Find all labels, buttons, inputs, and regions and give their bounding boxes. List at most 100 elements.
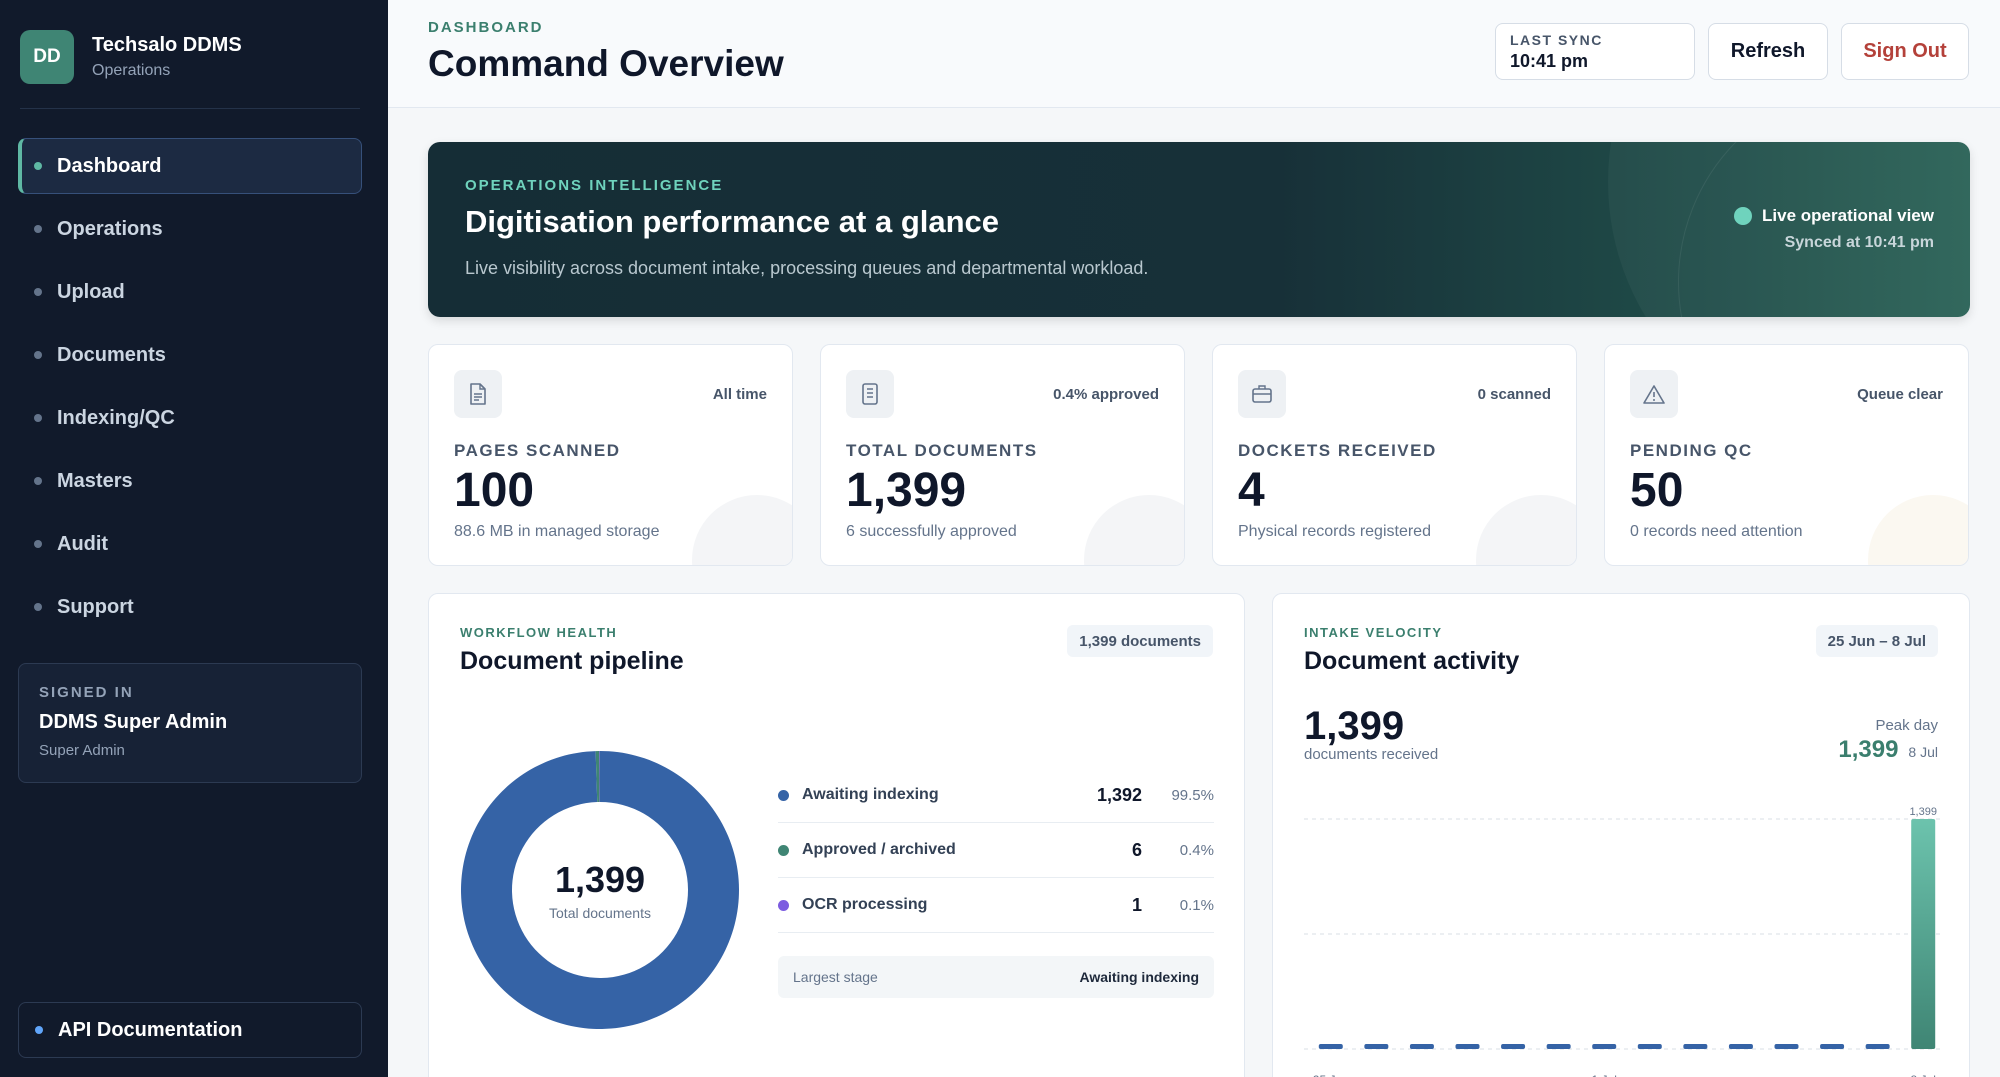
x-tick-label: 8 Jul — [1911, 1073, 1936, 1077]
last-sync-time: 10:41 pm — [1510, 51, 1589, 71]
stat-meta: All time — [712, 386, 767, 403]
activity-bar[interactable] — [1683, 1044, 1708, 1049]
sidebar-item-label: Support — [57, 595, 134, 618]
activity-panel: INTAKE VELOCITY Document activity 25 Jun… — [1272, 593, 1970, 1077]
activity-bar[interactable] — [1455, 1044, 1480, 1049]
stat-label: PAGES SCANNED — [454, 441, 621, 460]
legend-name: Approved / archived — [802, 841, 956, 858]
legend-row: OCR processing 1 0.1% — [778, 878, 1214, 933]
api-documentation-link[interactable]: API Documentation — [18, 1002, 362, 1058]
activity-bar[interactable] — [1865, 1044, 1890, 1049]
stat-label: PENDING QC — [1630, 441, 1753, 460]
activity-bar[interactable] — [1728, 1044, 1753, 1049]
activity-bar[interactable] — [1637, 1044, 1662, 1049]
legend-count: 1,392 — [1096, 784, 1142, 805]
peak-count: 1,399 — [1838, 736, 1899, 763]
documents-count-badge: 1,399 documents — [1067, 625, 1213, 657]
activity-bar[interactable] — [1820, 1044, 1845, 1049]
sidebar-item-upload[interactable]: Upload — [18, 264, 362, 320]
sidebar: DD Techsalo DDMS Operations Dashboard Op… — [0, 0, 388, 1077]
stat-meta: 0 scanned — [1477, 386, 1551, 403]
sidebar-divider — [20, 108, 360, 109]
sign-out-button[interactable]: Sign Out — [1841, 23, 1969, 80]
stat-card-total-documents: 0.4% approved TOTAL DOCUMENTS 1,399 6 su… — [820, 344, 1185, 566]
user-name: DDMS Super Admin — [39, 711, 228, 733]
legend-row: Approved / archived 6 0.4% — [778, 823, 1214, 878]
legend-count: 1 — [1131, 894, 1142, 915]
hero-title: Digitisation performance at a glance — [465, 204, 1000, 239]
api-documentation-label: API Documentation — [58, 1018, 243, 1041]
activity-bar[interactable] — [1911, 819, 1936, 1049]
stat-meta: Queue clear — [1857, 386, 1943, 403]
legend-percent: 0.1% — [1179, 896, 1214, 914]
bullet-icon — [34, 288, 42, 296]
activity-bar[interactable] — [1592, 1044, 1617, 1049]
panel-kicker: WORKFLOW HEALTH — [460, 625, 618, 640]
bar-data-label: 1,399 — [1909, 806, 1937, 818]
stat-subtext: 88.6 MB in managed storage — [454, 523, 660, 540]
sidebar-item-masters[interactable]: Masters — [18, 453, 362, 509]
live-dot-icon — [1734, 207, 1753, 225]
stat-value: 1,399 — [846, 464, 967, 517]
panel-title: Document activity — [1304, 647, 1520, 675]
donut-total: 1,399 — [554, 859, 646, 900]
stat-value: 50 — [1630, 464, 1684, 517]
stat-card-pending-qc: Queue clear PENDING QC 50 0 records need… — [1604, 344, 1969, 566]
activity-caption: documents received — [1304, 746, 1439, 763]
hero-banner: OPERATIONS INTELLIGENCE Digitisation per… — [428, 142, 1970, 317]
stat-card-dockets-received: 0 scanned DOCKETS RECEIVED 4 Physical re… — [1212, 344, 1577, 566]
stat-subtext: 0 records need attention — [1630, 523, 1803, 540]
sidebar-item-support[interactable]: Support — [18, 579, 362, 635]
top-header: DASHBOARD Command Overview LAST SYNC 10:… — [388, 0, 2000, 108]
stat-subtext: Physical records registered — [1238, 523, 1431, 540]
user-role: Super Admin — [39, 742, 125, 759]
refresh-button[interactable]: Refresh — [1708, 23, 1828, 80]
peak-day-value: 1,399 8 Jul — [1838, 736, 1938, 764]
x-tick-label: 25 Jun — [1313, 1073, 1349, 1077]
sidebar-item-operations[interactable]: Operations — [18, 201, 362, 257]
sidebar-item-label: Documents — [57, 343, 166, 366]
stat-value: 100 — [454, 464, 535, 517]
bullet-icon — [34, 351, 42, 359]
largest-stage-value: Awaiting indexing — [1079, 969, 1199, 985]
stat-value: 4 — [1238, 464, 1265, 517]
card-decoration — [692, 495, 792, 565]
activity-total: 1,399 — [1304, 704, 1405, 748]
activity-bar[interactable] — [1364, 1044, 1389, 1049]
bullet-icon — [34, 477, 42, 485]
sidebar-item-indexing-qc[interactable]: Indexing/QC — [18, 390, 362, 446]
bullet-icon — [34, 162, 42, 170]
activity-bar-chart: 1,399 25 Jun 1 Jul 8 Jul — [1304, 806, 1942, 1077]
hero-synced-time: Synced at 10:41 pm — [1784, 234, 1934, 251]
file-icon — [454, 370, 502, 418]
largest-stage-label: Largest stage — [793, 969, 878, 985]
sidebar-item-label: Audit — [57, 532, 109, 555]
sidebar-item-documents[interactable]: Documents — [18, 327, 362, 383]
stat-label: DOCKETS RECEIVED — [1238, 441, 1437, 460]
activity-bar[interactable] — [1409, 1044, 1434, 1049]
donut-caption: Total documents — [549, 905, 651, 921]
bullet-icon — [35, 1026, 43, 1034]
legend-row: Awaiting indexing 1,392 99.5% — [778, 768, 1214, 823]
activity-bar[interactable] — [1318, 1044, 1343, 1049]
bullet-icon — [34, 603, 42, 611]
sidebar-item-audit[interactable]: Audit — [18, 516, 362, 572]
sidebar-item-dashboard[interactable]: Dashboard — [18, 138, 362, 194]
brand[interactable]: DD Techsalo DDMS Operations — [20, 30, 242, 84]
page-title: Command Overview — [428, 43, 784, 84]
live-status: Live operational view — [1734, 206, 1934, 226]
last-sync-label: LAST SYNC — [1510, 32, 1603, 48]
activity-bar[interactable] — [1546, 1044, 1571, 1049]
legend-count: 6 — [1131, 839, 1142, 860]
activity-bar[interactable] — [1774, 1044, 1799, 1049]
legend-dot-icon — [778, 789, 789, 801]
hero-decoration — [1678, 142, 1970, 317]
sidebar-item-label: Masters — [57, 469, 133, 492]
sidebar-item-label: Indexing/QC — [57, 406, 175, 429]
legend-dot-icon — [778, 844, 789, 856]
activity-bar[interactable] — [1501, 1044, 1526, 1049]
legend-percent: 99.5% — [1171, 786, 1214, 804]
hero-kicker: OPERATIONS INTELLIGENCE — [465, 177, 724, 194]
card-decoration — [1476, 495, 1576, 565]
donut-chart: 1,399 Total documents — [460, 750, 740, 1030]
